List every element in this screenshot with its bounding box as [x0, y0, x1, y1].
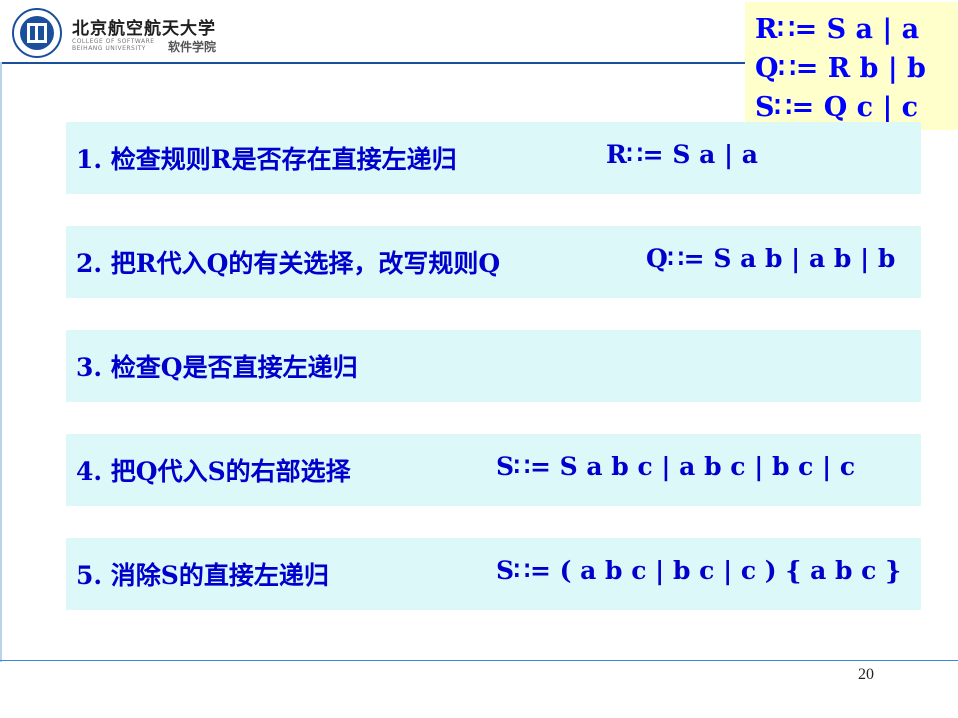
grammar-rules-box: R∷= S a | a Q∷= R b | b S∷= Q c | c: [745, 2, 958, 130]
footer-divider: [0, 660, 958, 661]
page-number: 20: [858, 666, 874, 683]
emblem-mark: [27, 23, 47, 43]
step-box-4: 4. 把Q代入S的右部选择 S∷= S a b c | a b c | b c …: [66, 434, 921, 506]
step-formula-4: S∷= S a b c | a b c | b c | c: [496, 452, 856, 481]
step-label-5: 5. 消除S的直接左递归: [76, 561, 329, 590]
step-label-3: 3. 检查Q是否直接左递归: [76, 353, 358, 382]
college-english-name: COLLEGE OF SOFTWARE BEIHANG UNIVERSITY: [72, 38, 155, 52]
college-chinese-name: 软件学院: [168, 40, 217, 54]
grammar-rule-r: R∷= S a | a: [755, 14, 920, 45]
step-box-2: 2. 把R代入Q的有关选择，改写规则Q Q∷= S a b | a b | b: [66, 226, 921, 298]
left-border: [0, 62, 2, 662]
step-formula-5: S∷= ( a b c | b c | c ) { a b c }: [496, 556, 902, 585]
university-logo-area: 北京航空航天大学 COLLEGE OF SOFTWARE BEIHANG UNI…: [12, 8, 272, 62]
university-name: 北京航空航天大学: [72, 19, 216, 39]
step-label-4: 4. 把Q代入S的右部选择: [76, 457, 351, 486]
step-label-2: 2. 把R代入Q的有关选择，改写规则Q: [76, 249, 501, 278]
step-formula-1: R∷= S a | a: [606, 140, 758, 169]
step-box-3: 3. 检查Q是否直接左递归: [66, 330, 921, 402]
step-formula-2: Q∷= S a b | a b | b: [646, 244, 896, 273]
step-box-1: 1. 检查规则R是否存在直接左递归 R∷= S a | a: [66, 122, 921, 194]
step-box-5: 5. 消除S的直接左递归 S∷= ( a b c | b c | c ) { a…: [66, 538, 921, 610]
grammar-rule-q: Q∷= R b | b: [755, 53, 926, 84]
step-label-1: 1. 检查规则R是否存在直接左递归: [76, 145, 457, 174]
university-emblem-icon: [12, 8, 62, 58]
